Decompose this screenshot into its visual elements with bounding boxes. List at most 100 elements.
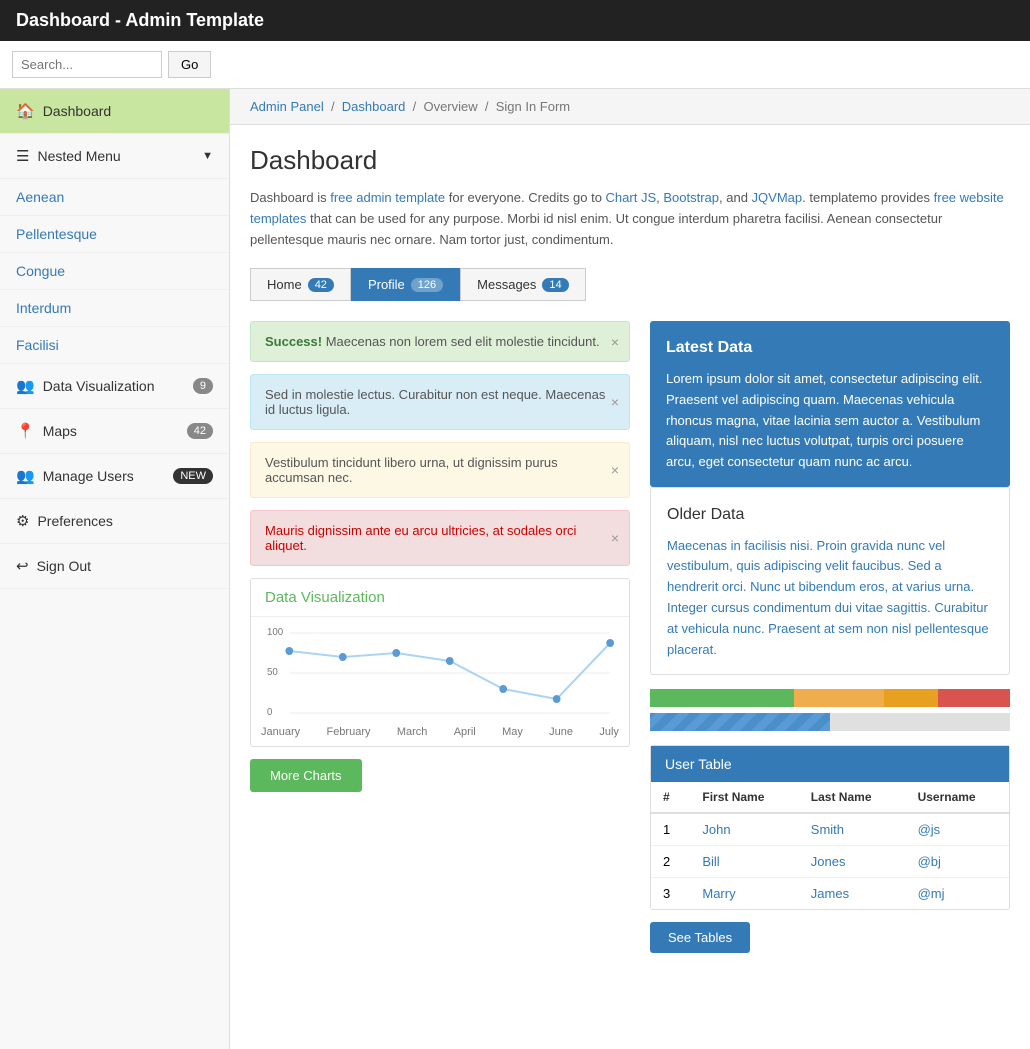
sidebar-label-aenean: Aenean: [16, 189, 64, 205]
table-row: 3 Marry James @mj: [651, 878, 1009, 910]
sidebar-label-data-viz: Data Visualization: [43, 378, 155, 394]
layout: 🏠 Dashboard ☰ Nested Menu ▼ Aenean Pelle…: [0, 89, 1030, 1049]
sidebar-item-nested-menu[interactable]: ☰ Nested Menu ▼: [0, 134, 229, 179]
tab-messages[interactable]: Messages 14: [460, 268, 586, 301]
sidebar-item-maps[interactable]: 📍 Maps 42: [0, 409, 229, 454]
col-header-lastname: Last Name: [799, 782, 906, 813]
chart-label-jan: January: [261, 726, 300, 738]
sidebar: 🏠 Dashboard ☰ Nested Menu ▼ Aenean Pelle…: [0, 89, 230, 1049]
search-go-button[interactable]: Go: [168, 51, 211, 78]
intro-text: Dashboard is free admin template for eve…: [250, 188, 1010, 250]
latest-data-card: Latest Data Lorem ipsum dolor sit amet, …: [650, 321, 1010, 487]
chart-line: [289, 643, 610, 699]
user-table-body: 1 John Smith @js 2 Bill Jones @bj 3 Marr…: [651, 813, 1009, 909]
tab-home[interactable]: Home 42: [250, 268, 351, 301]
chart-dot-jun: [553, 695, 561, 703]
search-input[interactable]: [12, 51, 162, 78]
link-bootstrap[interactable]: Bootstrap: [663, 190, 719, 205]
tab-home-label: Home: [267, 277, 302, 292]
cell-firstname[interactable]: Marry: [690, 878, 798, 910]
older-data-card: Older Data Maecenas in facilisis nisi. P…: [650, 487, 1010, 675]
cell-lastname[interactable]: Smith: [799, 813, 906, 846]
sidebar-label-facilisi: Facilisi: [16, 337, 59, 353]
link-jqvmap[interactable]: JQVMap: [752, 190, 803, 205]
cell-firstname[interactable]: John: [690, 813, 798, 846]
progress-bar: [650, 713, 1010, 731]
chart-label-mar: March: [397, 726, 428, 738]
cell-username[interactable]: @mj: [906, 878, 1009, 910]
cell-username[interactable]: @js: [906, 813, 1009, 846]
breadcrumb-sign-in-form: Sign In Form: [496, 99, 570, 114]
table-row: 2 Bill Jones @bj: [651, 846, 1009, 878]
sidebar-item-aenean[interactable]: Aenean: [0, 179, 229, 216]
table-row: 1 John Smith @js: [651, 813, 1009, 846]
cell-firstname[interactable]: Bill: [690, 846, 798, 878]
older-data-title: Older Data: [667, 502, 993, 528]
alert-success-text: Maecenas non lorem sed elit molestie tin…: [326, 334, 600, 349]
chart-labels: January February March April May June Ju…: [251, 726, 629, 746]
sidebar-label-maps: Maps: [43, 423, 77, 439]
chart-icon: 👥: [16, 377, 35, 395]
close-warning-button[interactable]: ×: [611, 462, 619, 478]
close-info-button[interactable]: ×: [611, 394, 619, 410]
breadcrumb-admin-panel[interactable]: Admin Panel: [250, 99, 324, 114]
color-seg-red: [938, 689, 1010, 707]
col-header-username: Username: [906, 782, 1009, 813]
user-table-title: User Table: [651, 746, 1009, 782]
tab-messages-badge: 14: [542, 278, 568, 292]
right-column: Latest Data Lorem ipsum dolor sit amet, …: [650, 321, 1010, 957]
y-label-100: 100: [267, 627, 284, 638]
sidebar-label-manage-users: Manage Users: [43, 468, 134, 484]
chart-dot-apr: [446, 657, 454, 665]
cell-username[interactable]: @bj: [906, 846, 1009, 878]
color-bar: [650, 689, 1010, 707]
sidebar-item-facilisi[interactable]: Facilisi: [0, 327, 229, 364]
line-chart: 100 50 0: [265, 627, 615, 717]
chart-area: 100 50 0: [251, 617, 629, 726]
link-free-admin[interactable]: free admin template: [330, 190, 445, 205]
sidebar-item-interdum[interactable]: Interdum: [0, 290, 229, 327]
tab-profile[interactable]: Profile 126: [351, 268, 460, 301]
cell-lastname[interactable]: Jones: [799, 846, 906, 878]
color-seg-green: [650, 689, 794, 707]
alert-success-title: Success!: [265, 334, 322, 349]
sidebar-item-sign-out[interactable]: ↩ Sign Out: [0, 544, 229, 589]
cell-num: 1: [651, 813, 690, 846]
sidebar-label-sign-out: Sign Out: [37, 558, 91, 574]
breadcrumb-dashboard[interactable]: Dashboard: [342, 99, 406, 114]
alert-danger: × Mauris dignissim ante eu arcu ultricie…: [250, 510, 630, 566]
main-content: Admin Panel / Dashboard / Overview / Sig…: [230, 89, 1030, 1049]
layers-icon: ☰: [16, 147, 29, 165]
page-title: Dashboard: [250, 145, 1010, 176]
alert-warning-text: Vestibulum tincidunt libero urna, ut dig…: [265, 455, 558, 485]
two-col-layout: × Success! Maecenas non lorem sed elit m…: [250, 321, 1010, 957]
sidebar-item-dashboard[interactable]: 🏠 Dashboard: [0, 89, 229, 134]
user-table: # First Name Last Name Username 1 John S…: [651, 782, 1009, 909]
sidebar-item-pellentesque[interactable]: Pellentesque: [0, 216, 229, 253]
close-danger-button[interactable]: ×: [611, 530, 619, 546]
signout-icon: ↩: [16, 557, 29, 575]
maps-badge: 42: [187, 423, 213, 439]
chart-label-apr: April: [454, 726, 476, 738]
latest-data-text: Lorem ipsum dolor sit amet, consectetur …: [666, 369, 994, 473]
sidebar-item-manage-users[interactable]: 👥 Manage Users NEW: [0, 454, 229, 499]
link-chartjs[interactable]: Chart JS: [606, 190, 657, 205]
searchbar: Go: [0, 41, 1030, 89]
chart-dot-jan: [285, 647, 293, 655]
topbar: Dashboard - Admin Template: [0, 0, 1030, 41]
breadcrumb: Admin Panel / Dashboard / Overview / Sig…: [230, 89, 1030, 125]
sidebar-item-congue[interactable]: Congue: [0, 253, 229, 290]
more-charts-button[interactable]: More Charts: [250, 759, 362, 792]
chart-dot-may: [499, 685, 507, 693]
col-header-firstname: First Name: [690, 782, 798, 813]
close-success-button[interactable]: ×: [611, 334, 619, 350]
sidebar-item-preferences[interactable]: ⚙ Preferences: [0, 499, 229, 544]
tab-messages-label: Messages: [477, 277, 536, 292]
see-tables-button[interactable]: See Tables: [650, 922, 750, 953]
table-header-row: # First Name Last Name Username: [651, 782, 1009, 813]
col-header-num: #: [651, 782, 690, 813]
sidebar-item-data-visualization[interactable]: 👥 Data Visualization 9: [0, 364, 229, 409]
color-seg-orange: [794, 689, 884, 707]
cell-lastname[interactable]: James: [799, 878, 906, 910]
tab-home-badge: 42: [308, 278, 334, 292]
